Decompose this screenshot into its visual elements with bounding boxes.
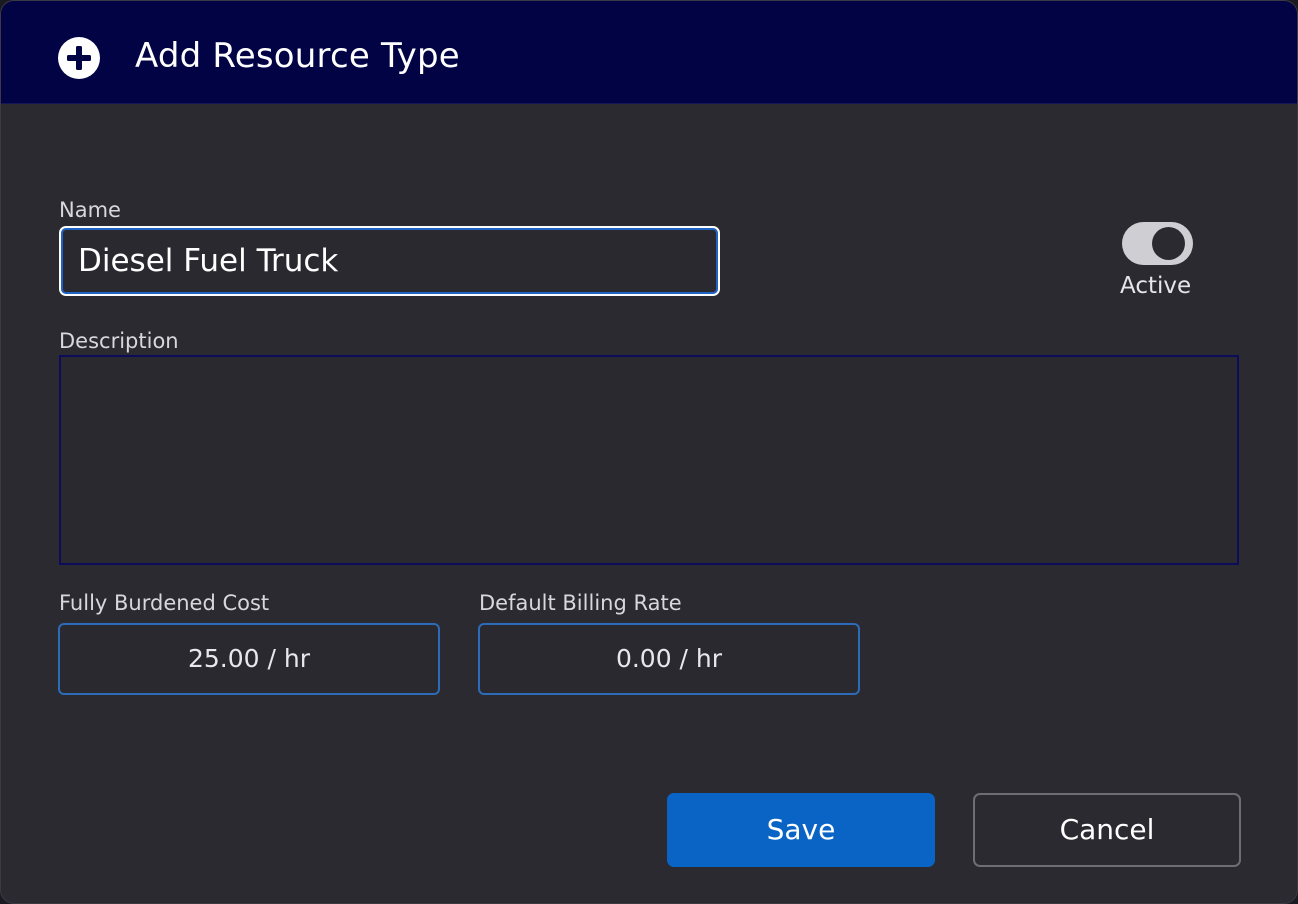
- toggle-knob: [1152, 227, 1185, 260]
- dialog-title: Add Resource Type: [135, 36, 460, 76]
- cancel-button[interactable]: Cancel: [973, 793, 1241, 867]
- default-billing-rate-input[interactable]: 0.00 / hr: [478, 623, 860, 695]
- description-label: Description: [59, 329, 179, 353]
- save-button[interactable]: Save: [667, 793, 935, 867]
- active-label: Active: [1120, 273, 1192, 299]
- description-textarea[interactable]: [59, 355, 1239, 565]
- fully-burdened-cost-input[interactable]: 25.00 / hr: [58, 623, 440, 695]
- name-input[interactable]: Diesel Fuel Truck: [59, 226, 720, 296]
- cost-label: Fully Burdened Cost: [59, 591, 270, 615]
- active-toggle[interactable]: [1122, 222, 1193, 265]
- name-label: Name: [59, 198, 121, 222]
- add-resource-type-dialog: Add Resource Type Name Diesel Fuel Truck…: [0, 0, 1298, 904]
- plus-circle-icon: [58, 37, 100, 79]
- billing-rate-label: Default Billing Rate: [479, 591, 682, 615]
- dialog-header: Add Resource Type: [1, 1, 1297, 104]
